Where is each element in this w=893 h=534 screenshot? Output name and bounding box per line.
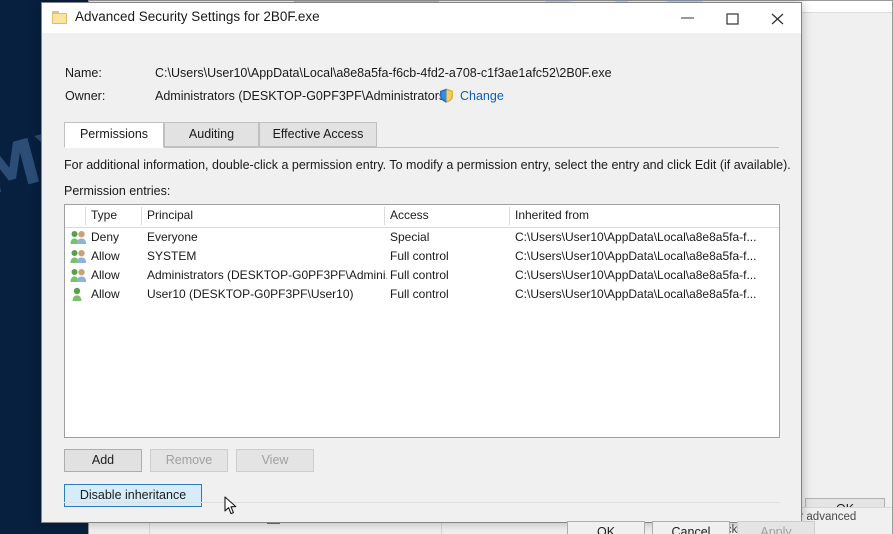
cell-type: Allow	[91, 287, 120, 301]
cancel-button[interactable]: Cancel	[652, 521, 730, 534]
table-row[interactable]: Allow SYSTEM Full control C:\Users\User1…	[65, 247, 779, 266]
change-owner-link[interactable]: Change	[460, 89, 504, 103]
advanced-security-settings-dialog: Advanced Security Settings for 2B0F.exe …	[41, 2, 815, 534]
dialog-titlebar[interactable]: Advanced Security Settings for 2B0F.exe	[42, 3, 801, 34]
name-value: C:\Users\User10\AppData\Local\a8e8a5fa-f…	[155, 66, 612, 80]
cell-access: Full control	[390, 249, 449, 263]
folder-icon	[52, 11, 67, 24]
cell-principal: User10 (DESKTOP-G0PF3PF\User10)	[147, 287, 354, 301]
cell-inherited: C:\Users\User10\AppData\Local\a8e8a5fa-f…	[515, 230, 757, 244]
column-header-inherited[interactable]: Inherited from	[515, 208, 589, 222]
table-header: Type Principal Access Inherited from	[65, 205, 779, 228]
dialog-title: Advanced Security Settings for 2B0F.exe	[75, 9, 320, 24]
table-row[interactable]: Allow Administrators (DESKTOP-G0PF3PF\Ad…	[65, 266, 779, 285]
group-icon	[70, 230, 87, 245]
cell-principal: SYSTEM	[147, 249, 197, 263]
cell-principal: Administrators (DESKTOP-G0PF3PF\Admini..…	[147, 268, 387, 282]
uac-shield-icon	[439, 88, 454, 103]
close-button[interactable]	[756, 3, 801, 32]
info-text: For additional information, double-click…	[64, 158, 791, 172]
cell-access: Full control	[390, 268, 449, 282]
column-header-principal[interactable]: Principal	[147, 208, 193, 222]
table-row[interactable]: Deny Everyone Special C:\Users\User10\Ap…	[65, 228, 779, 247]
tab-auditing[interactable]: Auditing	[164, 122, 259, 147]
column-header-type[interactable]: Type	[91, 208, 117, 222]
divider	[64, 502, 780, 503]
mouse-cursor	[224, 496, 238, 516]
cell-principal: Everyone	[147, 230, 198, 244]
column-header-access[interactable]: Access	[390, 208, 429, 222]
permission-entries-list[interactable]: Type Principal Access Inherited from Den…	[64, 204, 780, 438]
cell-type: Allow	[91, 249, 120, 263]
owner-label: Owner:	[65, 89, 106, 103]
tabs: Permissions Auditing Effective Access	[64, 122, 779, 148]
ok-button[interactable]: OK	[567, 521, 645, 534]
name-label: Name:	[65, 66, 102, 80]
user-icon	[70, 287, 87, 302]
table-row[interactable]: Allow User10 (DESKTOP-G0PF3PF\User10) Fu…	[65, 285, 779, 304]
cell-type: Deny	[91, 230, 120, 244]
group-icon	[70, 249, 87, 264]
cell-inherited: C:\Users\User10\AppData\Local\a8e8a5fa-f…	[515, 268, 757, 282]
maximize-button[interactable]	[711, 3, 756, 32]
tab-effective-access[interactable]: Effective Access	[259, 122, 377, 147]
cell-access: Special	[390, 230, 430, 244]
cell-access: Full control	[390, 287, 449, 301]
add-button[interactable]: Add	[64, 449, 142, 472]
cell-inherited: C:\Users\User10\AppData\Local\a8e8a5fa-f…	[515, 287, 757, 301]
remove-button: Remove	[150, 449, 228, 472]
owner-value: Administrators (DESKTOP-G0PF3PF\Administ…	[155, 89, 450, 103]
cell-inherited: C:\Users\User10\AppData\Local\a8e8a5fa-f…	[515, 249, 757, 263]
screen: help-icon OK Cancel Access For special p…	[0, 0, 893, 534]
disable-inheritance-button[interactable]: Disable inheritance	[64, 484, 202, 507]
minimize-button[interactable]	[666, 3, 711, 32]
tab-permissions[interactable]: Permissions	[64, 122, 164, 148]
apply-button: Apply	[737, 521, 815, 534]
group-icon	[70, 268, 87, 283]
view-button: View	[236, 449, 314, 472]
permission-entries-label: Permission entries:	[64, 184, 171, 198]
cell-type: Allow	[91, 268, 120, 282]
